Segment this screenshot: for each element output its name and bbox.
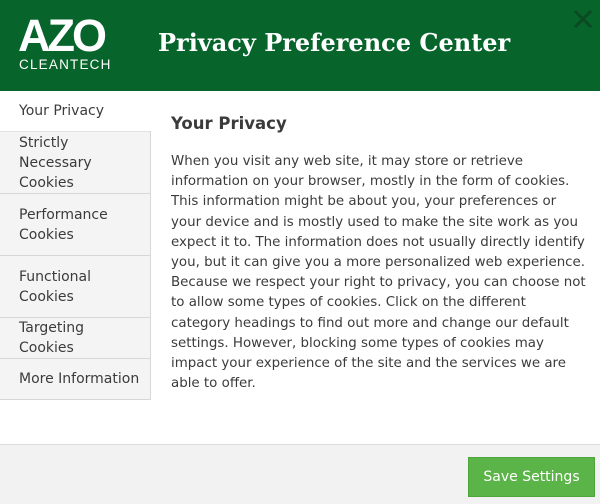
tab-label: Strictly Necessary Cookies [19,134,92,191]
tab-label: More Information [19,371,140,387]
logo-main-text: AZO [18,10,107,61]
dialog-title: Privacy Preference Center [158,28,511,57]
tab-label: Functional Cookies [19,268,92,305]
privacy-preference-dialog: AZO CLEANTECH Privacy Preference Center … [0,0,600,504]
dialog-footer: Save Settings [0,444,600,504]
tab-your-privacy[interactable]: Your Privacy [0,91,150,132]
close-button[interactable] [572,8,594,30]
tab-performance-cookies[interactable]: Performance Cookies [0,194,150,256]
tab-label: Your Privacy [19,103,105,119]
logo-sub-text: CLEANTECH [19,57,112,72]
category-sidebar: Your Privacy Strictly Necessary Cookies … [0,91,150,400]
tab-label: Targeting Cookies [19,320,84,356]
content-title: Your Privacy [171,114,287,133]
sidebar-divider [150,131,151,400]
tab-functional-cookies[interactable]: Functional Cookies [0,256,150,318]
tab-strictly-necessary-cookies[interactable]: Strictly Necessary Cookies [0,132,150,194]
tab-label: Performance Cookies [19,206,108,243]
content-description: When you visit any web site, it may stor… [171,154,586,392]
dialog-header: AZO CLEANTECH Privacy Preference Center [0,0,600,91]
tab-targeting-cookies[interactable]: Targeting Cookies [0,318,150,359]
close-icon [573,9,593,29]
tab-more-information[interactable]: More Information [0,359,150,400]
azo-cleantech-logo: AZO CLEANTECH [18,13,120,73]
save-settings-button[interactable]: Save Settings [468,457,595,497]
